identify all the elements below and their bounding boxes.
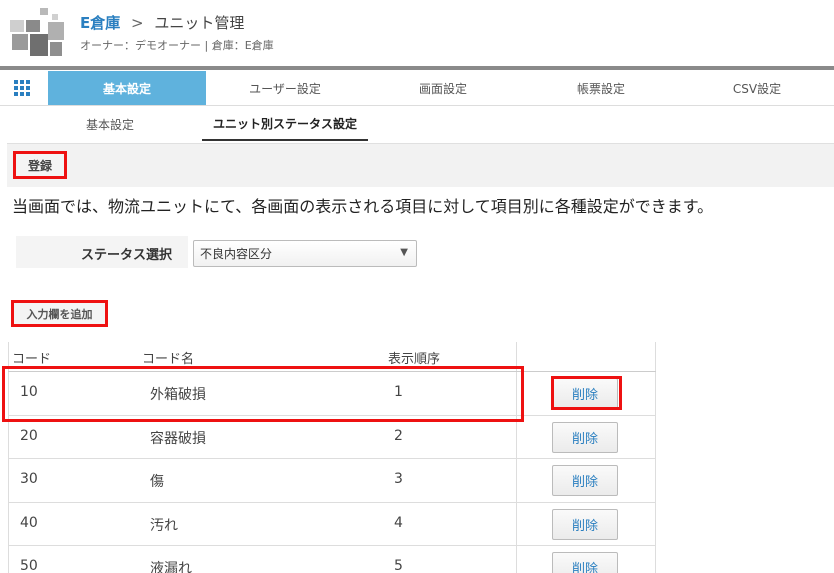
- table-row: 40 汚れ 4 削除: [8, 503, 656, 546]
- table-row: 20 容器破損 2 削除: [8, 416, 656, 459]
- cell-code-name: 液漏れ: [150, 561, 192, 573]
- tab-screen-settings[interactable]: 画面設定: [364, 71, 522, 105]
- delete-button[interactable]: 削除: [552, 465, 618, 496]
- breadcrumb-separator: >: [131, 14, 144, 32]
- header-code-name: コード名: [142, 352, 195, 367]
- delete-button[interactable]: 削除: [552, 378, 618, 409]
- cell-display-order: 5: [394, 558, 403, 573]
- tab-user-settings[interactable]: ユーザー設定: [206, 71, 364, 105]
- grid-menu-button[interactable]: [6, 74, 38, 102]
- table-row: 30 傷 3 削除: [8, 459, 656, 503]
- owner-warehouse-info: オーナー：デモオーナー | 倉庫：E倉庫: [80, 39, 274, 52]
- squares-logo-icon: [10, 8, 64, 56]
- app-header: E倉庫 > ユニット管理 オーナー：デモオーナー | 倉庫：E倉庫: [0, 0, 834, 66]
- cell-display-order: 4: [394, 514, 403, 531]
- sub-nav: 基本設定 ユニット別ステータス設定: [0, 107, 834, 141]
- cell-code-name: 傷: [150, 474, 164, 490]
- page-title: ユニット管理: [154, 14, 245, 32]
- cell-code-name: 外箱破損: [150, 387, 206, 403]
- toolbar: 登録: [7, 143, 834, 187]
- add-row-button[interactable]: 入力欄を追加: [11, 300, 108, 327]
- delete-button[interactable]: 削除: [552, 552, 618, 573]
- breadcrumb: E倉庫 > ユニット管理: [80, 12, 244, 33]
- tab-form-settings[interactable]: 帳票設定: [522, 71, 680, 105]
- cell-display-order: 1: [394, 384, 403, 400]
- cell-code-name: 汚れ: [150, 517, 178, 534]
- subtab-unit-status-settings[interactable]: ユニット別ステータス設定: [202, 107, 368, 141]
- cell-code: 50: [20, 558, 38, 573]
- cell-code: 40: [20, 514, 38, 531]
- cell-display-order: 2: [394, 427, 403, 444]
- tab-csv-settings[interactable]: CSV設定: [680, 71, 834, 105]
- tab-basic-settings[interactable]: 基本設定: [48, 71, 206, 105]
- page-description: 当画面では、物流ユニットにて、各画面の表示される項目に対して項目別に各種設定がで…: [12, 197, 714, 216]
- cell-code-name: 容器破損: [150, 430, 206, 447]
- status-select-label: ステータス選択: [80, 248, 172, 263]
- table-header: コード コード名 表示順序: [8, 342, 656, 372]
- breadcrumb-warehouse-link[interactable]: E倉庫: [80, 14, 120, 32]
- table-row: 10 外箱破損 1 削除: [8, 372, 656, 416]
- status-select-value: 不良内容区分: [200, 247, 273, 261]
- cell-code: 20: [20, 427, 38, 444]
- main-nav: 基本設定 ユーザー設定 画面設定 帳票設定 CSV設定: [0, 70, 834, 106]
- status-select-label-cell: ステータス選択: [16, 236, 188, 268]
- delete-button[interactable]: 削除: [552, 421, 618, 453]
- chevron-down-icon: ▼: [400, 247, 408, 258]
- status-select[interactable]: 不良内容区分 ▼: [193, 240, 417, 267]
- register-button[interactable]: 登録: [13, 151, 67, 179]
- grid-menu-icon: [14, 80, 30, 96]
- delete-button[interactable]: 削除: [552, 508, 618, 540]
- header-display-order: 表示順序: [388, 352, 441, 367]
- header-code: コード: [12, 352, 52, 367]
- code-table: コード コード名 表示順序 10 外箱破損 1 削除 20 容器破損 2 削除 …: [8, 342, 656, 573]
- subtab-basic-settings[interactable]: 基本設定: [58, 107, 162, 141]
- cell-display-order: 3: [394, 471, 403, 487]
- table-row: 50 液漏れ 5 削除: [8, 546, 656, 573]
- cell-code: 30: [20, 471, 38, 487]
- cell-code: 10: [20, 384, 38, 400]
